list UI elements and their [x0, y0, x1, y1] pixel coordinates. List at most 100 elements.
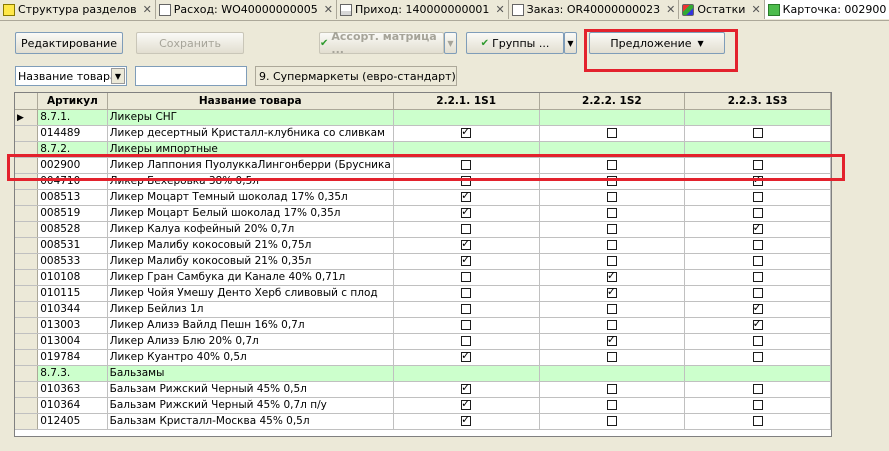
checkbox[interactable] [461, 272, 472, 282]
checkbox[interactable] [752, 336, 763, 346]
cell-s3[interactable] [684, 349, 831, 366]
cell-s3[interactable] [684, 397, 831, 414]
row-indicator[interactable] [15, 397, 39, 414]
checkbox[interactable] [461, 304, 472, 314]
column-header-code[interactable]: Артикул [37, 93, 108, 110]
checkbox[interactable] [461, 381, 472, 394]
save-button[interactable]: Сохранить [136, 32, 244, 54]
table-row[interactable]: 010363 Бальзам Рижский Черный 45% 0,5л [15, 381, 831, 398]
checkbox[interactable] [606, 128, 617, 138]
cell-name[interactable]: Ликер Бейлиз 1л [107, 301, 394, 318]
cell-code[interactable]: 008519 [37, 205, 108, 222]
checkbox[interactable] [606, 333, 617, 346]
cell-name[interactable]: Ликер Малибу кокосовый 21% 0,35л [107, 253, 394, 270]
checkbox[interactable] [606, 304, 617, 314]
cell-s3[interactable] [684, 253, 831, 270]
cell-name[interactable]: Ликер десертный Кристалл-клубника со сли… [107, 125, 394, 142]
cell-code[interactable]: 010363 [37, 381, 108, 398]
cell-s2[interactable] [539, 205, 686, 222]
cell-code[interactable]: 010364 [37, 397, 108, 414]
row-indicator[interactable] [15, 413, 39, 430]
cell-s3[interactable] [684, 333, 831, 350]
checkbox[interactable] [752, 173, 763, 186]
cell-code[interactable]: 013003 [37, 317, 108, 334]
cell-code[interactable]: 008531 [37, 237, 108, 254]
cell-s2[interactable] [539, 237, 686, 254]
cell-name[interactable]: Бальзам Рижский Черный 45% 0,5л [107, 381, 394, 398]
cell-s2[interactable] [539, 333, 686, 350]
row-indicator[interactable] [15, 381, 39, 398]
cell-name[interactable]: Бальзам Кристалл-Москва 45% 0,5л [107, 413, 394, 430]
cell-s3[interactable] [684, 413, 831, 430]
cell-s2[interactable] [539, 285, 686, 302]
cell-name[interactable]: Ликер Гран Самбука ди Канале 40% 0,71л [107, 269, 394, 286]
table-row[interactable]: 010115 Ликер Чойя Умешу Денто Херб сливов… [15, 285, 831, 302]
offer-button[interactable]: Предложение ▼ [589, 32, 725, 54]
row-indicator[interactable] [15, 269, 39, 286]
checkbox[interactable] [461, 237, 472, 250]
row-indicator[interactable] [15, 253, 39, 270]
cell-name[interactable]: Ликер Куантро 40% 0,5л [107, 349, 394, 366]
checkbox[interactable] [752, 128, 763, 138]
cell-s3[interactable] [684, 285, 831, 302]
row-indicator[interactable] [15, 173, 39, 190]
cell-s2[interactable] [539, 157, 686, 174]
checkbox[interactable] [752, 221, 763, 234]
table-row[interactable]: 014489 Ликер десертный Кристалл-клубника … [15, 125, 831, 142]
checkbox[interactable] [606, 400, 617, 410]
cell-name[interactable]: Ликер Бехеровка 38% 0,5л [107, 173, 394, 190]
checkbox[interactable] [752, 192, 763, 202]
row-indicator[interactable] [15, 301, 39, 318]
row-indicator[interactable] [15, 221, 39, 238]
cell-name[interactable]: Ликер Моцарт Темный шоколад 17% 0,35л [107, 189, 394, 206]
checkbox[interactable] [606, 320, 617, 330]
checkbox[interactable] [606, 384, 617, 394]
cell-s3[interactable] [684, 237, 831, 254]
table-row[interactable]: 010364 Бальзам Рижский Черный 45% 0,7л п/… [15, 397, 831, 414]
cell-name[interactable]: Ликеры СНГ [107, 109, 394, 126]
column-header-s1[interactable]: 2.2.1. 1S1 [393, 93, 540, 110]
cell-name[interactable]: Ликер Лаппония ПуолуккаЛингонберри (Брус… [107, 157, 394, 174]
filter-field-select[interactable]: Название товара ▼ [15, 66, 127, 86]
cell-code[interactable]: 8.7.1. [37, 109, 108, 126]
checkbox[interactable] [606, 285, 617, 298]
cell-s3[interactable] [684, 189, 831, 206]
cell-s1[interactable] [393, 285, 540, 302]
group-row[interactable]: ▶ 8.7.1. Ликеры СНГ [15, 109, 831, 126]
cell-s1[interactable] [393, 189, 540, 206]
checkbox[interactable] [461, 288, 472, 298]
cell-name[interactable]: Бальзам Рижский Черный 45% 0,7л п/у [107, 397, 394, 414]
cell-s1[interactable] [393, 253, 540, 270]
cell-s2[interactable] [539, 221, 686, 238]
table-row[interactable]: 013003 Ликер Ализэ Вайлд Пешн 16% 0,7л [15, 317, 831, 334]
checkbox[interactable] [461, 349, 472, 362]
cell-name[interactable]: Ликер Малибу кокосовый 21% 0,75л [107, 237, 394, 254]
checkbox[interactable] [461, 253, 472, 266]
cell-s3[interactable] [684, 205, 831, 222]
cell-code[interactable]: 008533 [37, 253, 108, 270]
cell-s1[interactable] [393, 301, 540, 318]
row-indicator[interactable] [15, 333, 39, 350]
cell-s2[interactable] [539, 253, 686, 270]
cell-s1[interactable] [393, 157, 540, 174]
table-row[interactable]: 010344 Ликер Бейлиз 1л [15, 301, 831, 318]
column-header-s2[interactable]: 2.2.2. 1S2 [539, 93, 686, 110]
table-row[interactable]: 008519 Ликер Моцарт Белый шоколад 17% 0,3… [15, 205, 831, 222]
close-icon[interactable]: ✕ [143, 3, 152, 16]
cell-s1[interactable] [393, 237, 540, 254]
row-indicator[interactable] [15, 125, 39, 142]
cell-s2[interactable] [539, 125, 686, 142]
cell-s2[interactable] [539, 349, 686, 366]
table-row[interactable]: 019784 Ликер Куантро 40% 0,5л [15, 349, 831, 366]
checkbox[interactable] [606, 416, 617, 426]
cell-s1[interactable] [393, 413, 540, 430]
groups-button[interactable]: ✔ Группы ... [466, 32, 564, 54]
checkbox[interactable] [752, 352, 763, 362]
table-row[interactable]: 012405 Бальзам Кристалл-Москва 45% 0,5л [15, 413, 831, 430]
cell-s2[interactable] [539, 189, 686, 206]
checkbox[interactable] [606, 352, 617, 362]
assortment-matrix-dropdown[interactable]: ▼ [444, 32, 457, 54]
checkbox[interactable] [606, 192, 617, 202]
checkbox[interactable] [752, 208, 763, 218]
cell-code[interactable]: 012405 [37, 413, 108, 430]
